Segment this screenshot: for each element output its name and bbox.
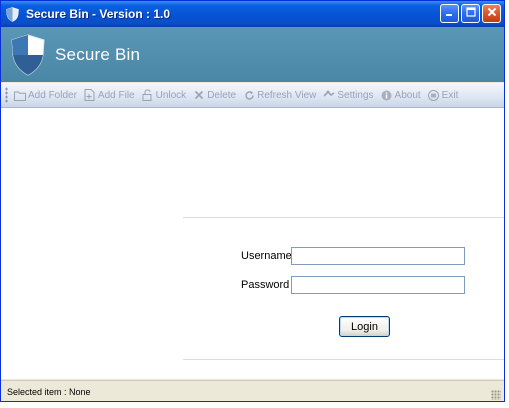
add-file-button[interactable]: Add File bbox=[84, 89, 135, 101]
app-window: Secure Bin - Version : 1.0 Secure Bin Ad… bbox=[0, 0, 505, 402]
window-controls bbox=[440, 4, 501, 23]
delete-button[interactable]: Delete bbox=[193, 89, 236, 101]
about-button[interactable]: About bbox=[381, 89, 421, 101]
close-button[interactable] bbox=[482, 4, 501, 23]
add-folder-button[interactable]: Add Folder bbox=[14, 89, 77, 101]
unlock-button[interactable]: Unlock bbox=[142, 89, 187, 101]
add-folder-label: Add Folder bbox=[28, 89, 77, 101]
settings-button[interactable]: Settings bbox=[323, 89, 374, 101]
window-title: Secure Bin - Version : 1.0 bbox=[26, 7, 171, 21]
maximize-icon bbox=[465, 7, 476, 20]
shield-icon bbox=[9, 33, 47, 77]
password-input[interactable] bbox=[291, 276, 465, 294]
password-label: Password bbox=[241, 279, 290, 291]
folder-icon bbox=[14, 89, 26, 101]
unlock-icon bbox=[142, 89, 154, 101]
info-icon bbox=[381, 89, 393, 101]
login-button[interactable]: Login bbox=[339, 316, 390, 337]
username-input[interactable] bbox=[291, 247, 465, 265]
exit-label: Exit bbox=[441, 89, 459, 101]
toolbar-grip[interactable] bbox=[5, 87, 8, 103]
toolbar: Add Folder Add File Unlock Delete Refres bbox=[1, 83, 504, 108]
refresh-view-button[interactable]: Refresh View bbox=[243, 89, 316, 101]
add-file-label: Add File bbox=[97, 89, 135, 101]
shield-icon bbox=[6, 6, 20, 22]
status-text: Selected item : None bbox=[7, 386, 91, 397]
settings-label: Settings bbox=[337, 89, 374, 101]
minimize-icon bbox=[445, 8, 454, 20]
settings-icon bbox=[323, 89, 335, 101]
close-icon bbox=[487, 7, 497, 20]
exit-button[interactable]: Exit bbox=[428, 89, 459, 101]
app-header-banner: Secure Bin bbox=[1, 27, 504, 82]
title-bar[interactable]: Secure Bin - Version : 1.0 bbox=[1, 1, 504, 27]
about-label: About bbox=[394, 89, 421, 101]
minimize-button[interactable] bbox=[440, 4, 459, 23]
delete-label: Delete bbox=[207, 89, 237, 101]
exit-icon bbox=[428, 89, 440, 101]
main-content: Username Password Login bbox=[1, 108, 504, 379]
maximize-button[interactable] bbox=[461, 4, 480, 23]
refresh-icon bbox=[243, 89, 255, 101]
divider bbox=[183, 217, 504, 218]
file-icon bbox=[84, 89, 96, 101]
resize-grip[interactable] bbox=[491, 390, 501, 400]
status-bar: Selected item : None bbox=[1, 380, 504, 401]
username-label: Username bbox=[241, 250, 292, 262]
refresh-view-label: Refresh View bbox=[257, 89, 317, 101]
app-name: Secure Bin bbox=[55, 44, 141, 64]
delete-icon bbox=[193, 89, 205, 101]
divider bbox=[183, 359, 504, 360]
unlock-label: Unlock bbox=[155, 89, 187, 101]
